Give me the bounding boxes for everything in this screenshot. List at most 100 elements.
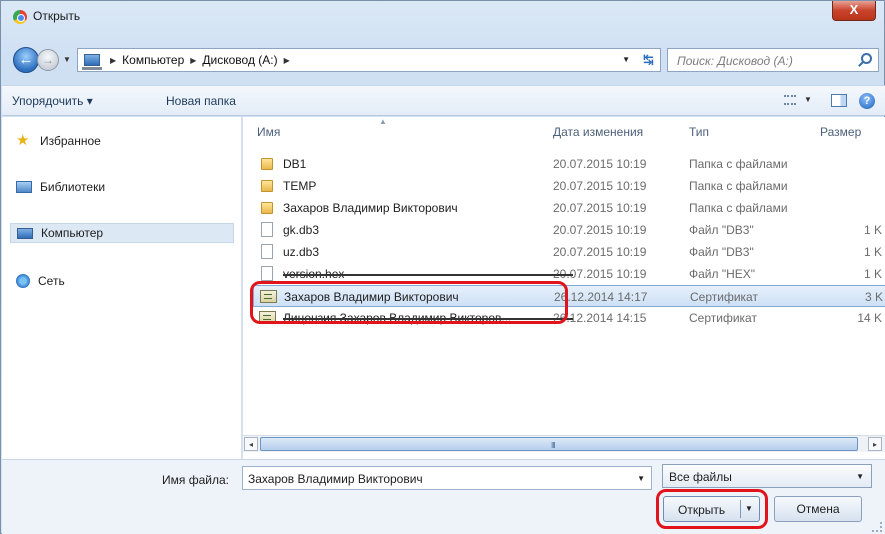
column-header-type[interactable]: Тип <box>689 117 709 145</box>
sidebar-item-libraries[interactable]: Библиотеки <box>10 177 234 197</box>
chevron-down-icon[interactable]: ▼ <box>637 474 645 483</box>
scroll-left-icon[interactable]: ◂ <box>244 437 258 451</box>
file-date: 26.12.2014 14:17 <box>554 290 648 304</box>
highlight-open-button <box>656 489 768 529</box>
search-icon[interactable] <box>861 53 872 64</box>
scroll-thumb[interactable]: III <box>260 437 858 451</box>
computer-icon <box>17 227 33 239</box>
chevron-right-icon[interactable]: ▶ <box>190 56 196 65</box>
file-date: 26.12.2014 14:15 <box>553 311 647 325</box>
title-bar: Открыть X <box>1 1 884 31</box>
file-date: 20.07.2015 10:19 <box>553 245 647 259</box>
folder-icon <box>261 180 273 192</box>
file-row[interactable]: uz.db3 20.07.2015 10:19 Файл "DB3" 1 K <box>253 241 885 263</box>
chevron-down-icon[interactable]: ▼ <box>856 472 864 481</box>
strikethrough-line <box>283 274 573 276</box>
file-icon <box>261 266 273 281</box>
file-row[interactable]: DB1 20.07.2015 10:19 Папка с файлами <box>253 153 885 175</box>
sidebar-item-label: Компьютер <box>41 226 104 240</box>
file-type: Папка с файлами <box>689 201 788 215</box>
address-dropdown-icon[interactable]: ▼ <box>622 55 630 64</box>
file-size: 3 K <box>864 290 883 304</box>
scroll-grip: III <box>551 441 556 450</box>
file-row[interactable]: gk.db3 20.07.2015 10:19 Файл "DB3" 1 K <box>253 219 885 241</box>
column-header-size[interactable]: Размер <box>820 117 861 145</box>
chevron-right-icon[interactable]: ▶ <box>110 56 116 65</box>
open-file-dialog: Открыть X ← → ▼ ▶ Компьютер ▶ Дисковод (… <box>0 0 885 534</box>
view-options-icon[interactable] <box>784 95 796 105</box>
network-icon <box>16 274 30 288</box>
command-bar: Упорядочить ▾ Новая папка ▼ ? <box>2 85 885 116</box>
filename-value: Захаров Владимир Викторович <box>248 472 423 486</box>
column-header-name[interactable]: Имя <box>257 117 280 145</box>
filename-field[interactable]: Захаров Владимир Викторович ▼ <box>242 466 652 490</box>
search-input[interactable]: Поиск: Дисковод (A:) <box>667 48 879 72</box>
file-row[interactable]: TEMP 20.07.2015 10:19 Папка с файлами <box>253 175 885 197</box>
sidebar-item-network[interactable]: Сеть <box>10 271 234 291</box>
back-button[interactable]: ← <box>13 47 39 73</box>
folder-icon <box>261 158 273 170</box>
star-icon: ★ <box>16 132 30 149</box>
file-name: DB1 <box>283 157 307 171</box>
file-date: 20.07.2015 10:19 <box>553 179 647 193</box>
file-type: Папка с файлами <box>689 157 788 171</box>
window-title: Открыть <box>33 9 81 23</box>
file-size: 1 K <box>863 267 882 281</box>
file-type: Файл "DB3" <box>689 223 754 237</box>
file-type: Сертификат <box>690 290 758 304</box>
file-name: TEMP <box>283 179 317 193</box>
breadcrumb-computer[interactable]: Компьютер <box>122 53 184 67</box>
forward-button[interactable]: → <box>37 49 59 71</box>
file-type: Папка с файлами <box>689 179 788 193</box>
sidebar-item-label: Избранное <box>40 134 101 148</box>
file-type-filter[interactable]: Все файлы ▼ <box>662 464 872 488</box>
horizontal-scrollbar[interactable]: ◂ III ▸ <box>243 435 885 452</box>
chrome-icon <box>13 10 27 24</box>
file-name: uz.db3 <box>283 245 320 259</box>
address-bar[interactable]: ▶ Компьютер ▶ Дисковод (A:) ▶ ▼ ↹ <box>77 48 661 72</box>
sort-ascending-icon: ▲ <box>379 117 387 126</box>
file-size: 14 K <box>857 311 882 325</box>
close-button[interactable]: X <box>832 1 876 21</box>
breadcrumb-drive-a[interactable]: Дисковод (A:) <box>202 53 277 67</box>
file-name: gk.db3 <box>283 223 320 237</box>
navigation-pane: ★ Избранное Библиотеки Компьютер Сеть <box>2 117 242 459</box>
file-size: 1 K <box>863 245 882 259</box>
sidebar-item-computer[interactable]: Компьютер <box>10 223 234 243</box>
file-date: 20.07.2015 10:19 <box>553 157 647 171</box>
column-header-date[interactable]: Дата изменения <box>553 117 643 145</box>
file-date: 20.07.2015 10:19 <box>553 201 647 215</box>
file-icon <box>261 244 273 259</box>
file-name: Захаров Владимир Викторович <box>283 201 458 215</box>
recent-locations-dropdown[interactable]: ▼ <box>63 55 71 64</box>
folder-icon <box>261 202 273 214</box>
navigation-row: ← → ▼ ▶ Компьютер ▶ Дисковод (A:) ▶ ▼ ↹ … <box>1 45 884 79</box>
file-size: 1 K <box>863 223 882 237</box>
sidebar-item-favorites[interactable]: ★ Избранное <box>10 131 234 151</box>
view-options-dropdown-icon[interactable]: ▼ <box>804 95 812 104</box>
search-placeholder: Поиск: Дисковод (A:) <box>677 54 793 68</box>
sidebar-item-label: Сеть <box>38 274 65 288</box>
new-folder-button[interactable]: Новая папка <box>166 94 236 108</box>
highlight-selected-file <box>250 281 568 324</box>
help-icon[interactable]: ? <box>859 93 875 109</box>
file-icon <box>261 222 273 237</box>
file-type: Сертификат <box>689 311 757 325</box>
cancel-button[interactable]: Отмена <box>774 496 862 522</box>
sidebar-item-label: Библиотеки <box>40 180 106 194</box>
file-date: 20.07.2015 10:19 <box>553 267 647 281</box>
resize-grip-icon[interactable] <box>872 522 882 532</box>
file-type: Файл "DB3" <box>689 245 754 259</box>
scroll-right-icon[interactable]: ▸ <box>868 437 882 451</box>
file-date: 20.07.2015 10:19 <box>553 223 647 237</box>
organize-button[interactable]: Упорядочить ▾ <box>12 94 93 108</box>
filename-label: Имя файла: <box>162 473 229 487</box>
file-row[interactable]: Захаров Владимир Викторович 20.07.2015 1… <box>253 197 885 219</box>
refresh-icon[interactable]: ↹ <box>643 52 654 68</box>
chevron-right-icon[interactable]: ▶ <box>284 56 290 65</box>
library-icon <box>16 181 32 193</box>
file-type: Файл "HEX" <box>689 267 756 281</box>
preview-pane-icon[interactable] <box>831 94 847 107</box>
file-type-filter-value: Все файлы <box>669 470 732 484</box>
computer-icon <box>82 54 102 70</box>
